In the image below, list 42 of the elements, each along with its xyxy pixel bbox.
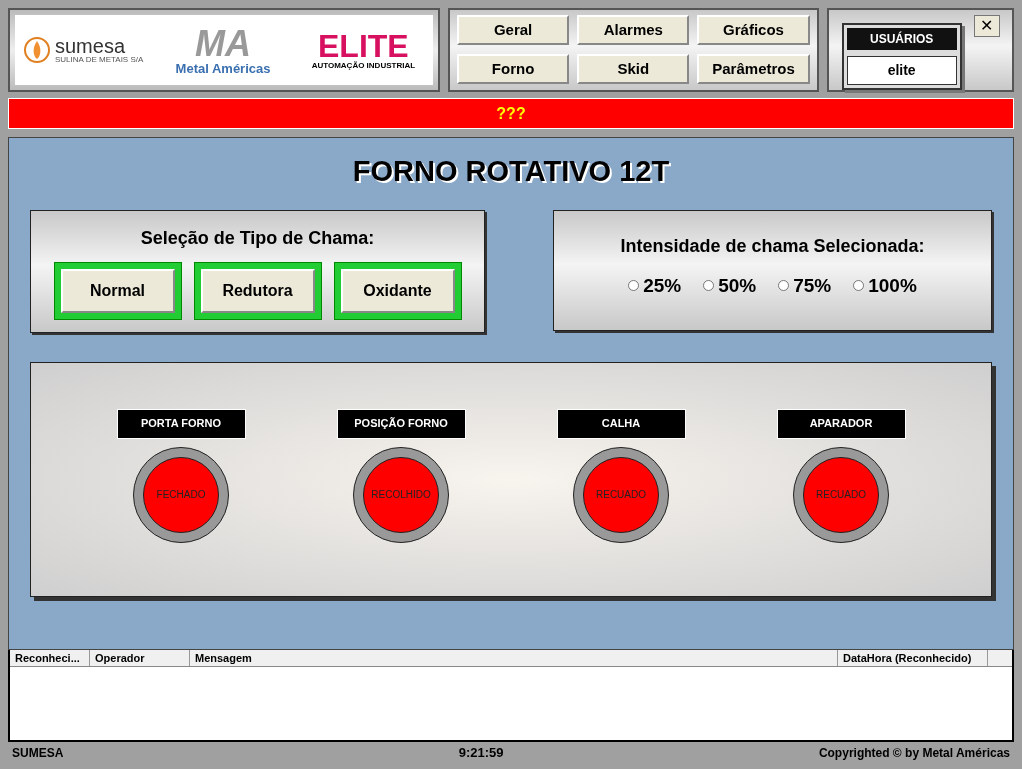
panel-title: Intensidade de chama Selecionada: [620,234,925,258]
column-header[interactable]: Reconheci... [10,650,90,666]
user-name-field[interactable]: elite [846,56,957,85]
logo-name: Metal Américas [175,61,271,75]
column-header[interactable]: Operador [90,650,190,666]
footer-company: SUMESA [12,745,64,762]
users-header: USUÁRIOS [846,28,957,50]
indicator-label: PORTA FORNO [116,408,246,439]
close-button[interactable]: ✕ [973,15,1000,37]
indicator-label: CALHA [556,408,686,439]
nav-button[interactable]: Alarmes [577,15,690,45]
footer-copyright: Copyrighted © by Metal Américas [818,745,1010,762]
logo-monogram: MA [195,25,252,62]
nav-button[interactable]: Geral [457,15,570,45]
nav-button[interactable]: Gráficos [697,15,810,45]
nav-button[interactable]: Parâmetros [697,54,810,84]
intensity-radio[interactable]: 75% [778,271,832,300]
flame-type-button[interactable]: Normal [60,268,175,313]
logo-name: sumesa [55,36,127,56]
alarm-banner: ??? [8,98,1014,129]
flame-icon [23,36,51,64]
indicator-label: APARADOR [776,408,906,439]
status-lamp-text: RECUADO [803,456,879,533]
intensity-radio[interactable]: 25% [628,271,682,300]
logo-tagline: AUTOMAÇÃO INDUSTRIAL [311,62,416,70]
panel-title: Seleção de Tipo de Chama: [140,226,375,250]
logo-tagline: SULINA DE METAIS S/A [55,56,144,64]
flame-type-button[interactable]: Redutora [200,268,315,313]
intensity-radio[interactable]: 100% [853,271,917,300]
nav-button[interactable]: Skid [577,54,690,84]
nav-button[interactable]: Forno [457,54,570,84]
status-lamp-text: RECOLHIDO [363,456,439,533]
page-title: FORNO ROTATIVO 12T [352,154,670,189]
column-header[interactable]: DataHora (Reconhecido) [838,650,988,666]
status-lamp-text: RECUADO [583,456,659,533]
logo-name: ELITE [318,30,409,62]
column-header[interactable]: Mensagem [190,650,838,666]
status-lamp-text: FECHADO [143,456,219,533]
intensity-radio[interactable]: 50% [703,271,757,300]
indicator-label: POSIÇÃO FORNO [336,408,466,439]
footer-clock: 9:21:59 [458,744,504,763]
flame-type-button[interactable]: Oxidante [340,268,455,313]
